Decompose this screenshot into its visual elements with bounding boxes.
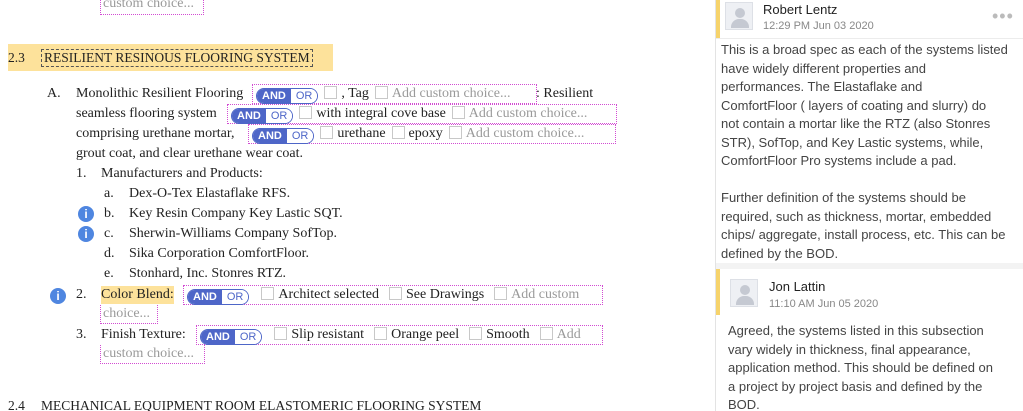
item-label: Manufacturers and Products:	[101, 166, 263, 181]
toggle-and[interactable]: AND	[257, 89, 291, 103]
item-number: 1.	[76, 166, 87, 181]
option-architect-selected[interactable]: Architect selected	[278, 287, 379, 302]
comment-body: Agreed, the systems listed in this subse…	[728, 323, 994, 411]
checkbox[interactable]	[539, 327, 553, 340]
para-letter: A.	[47, 86, 61, 101]
and-or-toggle[interactable]: AND OR Architect selected See Drawings Add c…	[187, 286, 579, 305]
item-number: 3.	[76, 327, 87, 342]
checkbox[interactable]	[391, 126, 405, 139]
checkbox[interactable]	[299, 106, 313, 119]
more-options-icon[interactable]: •••	[992, 6, 1014, 27]
mfr-name[interactable]: Key Resin Company Key Lastic SQT.	[129, 205, 343, 223]
mfr-letter: b.	[104, 206, 115, 221]
para-text: comprising urethane mortar,	[76, 126, 235, 141]
comment-author[interactable]: Jon Lattin	[769, 279, 825, 294]
add-custom-choice[interactable]: Add custom	[511, 287, 579, 302]
add-custom-choice[interactable]: Add custom choice...	[392, 86, 511, 101]
add-custom-choice[interactable]: Add custom choice...	[469, 106, 588, 121]
comments-panel: Robert Lentz 12:29 PM Jun 03 2020 ••• Th…	[715, 0, 1023, 411]
mfr-name[interactable]: Stonhard, Inc. Stonres RTZ.	[129, 265, 286, 283]
mfr-name[interactable]: Sherwin-Williams Company SofTop.	[129, 225, 337, 243]
comment-accent	[716, 269, 720, 315]
toggle-or[interactable]: OR	[265, 109, 293, 123]
mfr-name[interactable]: Dex-O-Tex Elastaflake RFS.	[129, 185, 290, 203]
and-or-toggle[interactable]: AND OR with integral cove base Add custom c…	[231, 105, 587, 124]
comment-author[interactable]: Robert Lentz	[763, 2, 837, 17]
and-or-toggle[interactable]: AND OR , Tag Add custom choice...	[256, 85, 510, 104]
checkbox[interactable]	[274, 327, 288, 340]
checkbox[interactable]	[261, 287, 275, 300]
checkbox[interactable]	[389, 287, 403, 300]
add-custom-choice[interactable]: Add	[557, 327, 581, 342]
option-tag[interactable]: , Tag	[341, 86, 369, 101]
section-title[interactable]: RESILIENT RESINOUS FLOORING SYSTEM	[41, 49, 313, 67]
section-number: 2.3	[8, 50, 25, 65]
info-icon[interactable]: i	[78, 206, 94, 222]
checkbox[interactable]	[448, 126, 462, 139]
option-epoxy[interactable]: epoxy	[409, 126, 443, 141]
para-text: grout coat, and clear urethane wear coat…	[76, 146, 303, 161]
and-or-toggle[interactable]: AND OR urethane epoxy Add custom choice...	[252, 125, 584, 144]
comment-date: 12:29 PM Jun 03 2020	[763, 20, 874, 32]
avatar	[730, 279, 758, 307]
checkbox[interactable]	[374, 327, 388, 340]
toggle-and[interactable]: AND	[188, 290, 222, 304]
item-label: Color Blend:	[101, 286, 174, 304]
section-title[interactable]: MECHANICAL EQUIPMENT ROOM ELASTOMERIC FL…	[41, 397, 481, 411]
comment-body: This is a broad spec as each of the syst…	[721, 42, 1008, 261]
custom-choice-text[interactable]: custom choice...	[103, 0, 194, 13]
mfr-letter: d.	[104, 246, 115, 261]
mfr-name[interactable]: Sika Corporation ComfortFloor.	[129, 245, 309, 263]
checkbox[interactable]	[494, 287, 508, 300]
checkbox[interactable]	[451, 106, 465, 119]
checkbox[interactable]	[320, 126, 334, 139]
section-number: 2.4	[8, 398, 25, 411]
checkbox[interactable]	[469, 327, 483, 340]
para-text: seamless flooring system	[76, 106, 217, 121]
comment-card[interactable]: Robert Lentz 12:29 PM Jun 03 2020 ••• Th…	[716, 0, 1023, 261]
custom-choice-box[interactable]: custom choice...	[100, 0, 204, 15]
option-cove-base[interactable]: with integral cove base	[316, 106, 445, 121]
add-custom-choice[interactable]: Add custom choice...	[466, 126, 585, 141]
comment-accent	[716, 0, 720, 38]
toggle-and[interactable]: AND	[201, 330, 235, 344]
para-text: Monolithic Resilient Flooring	[76, 86, 244, 101]
mfr-letter: c.	[104, 226, 114, 241]
and-or-toggle[interactable]: AND OR Slip resistant Orange peel Smooth Add	[200, 326, 581, 345]
option-smooth[interactable]: Smooth	[486, 327, 530, 342]
item-label: Finish Texture:	[101, 327, 186, 342]
toggle-and[interactable]: AND	[232, 109, 266, 123]
toggle-or[interactable]: OR	[290, 89, 318, 103]
toggle-or[interactable]: OR	[221, 290, 249, 304]
checkbox[interactable]	[374, 86, 388, 99]
item-number: 2.	[76, 287, 87, 302]
info-icon[interactable]: i	[50, 288, 66, 304]
option-urethane[interactable]: urethane	[337, 126, 385, 141]
option-see-drawings[interactable]: See Drawings	[406, 287, 484, 302]
comment-card[interactable]: Jon Lattin 11:10 AM Jun 05 2020 Agreed, …	[716, 269, 1023, 411]
toggle-or[interactable]: OR	[286, 129, 314, 143]
add-custom-choice-cont[interactable]: custom choice...	[103, 345, 194, 363]
toggle-and[interactable]: AND	[253, 129, 287, 143]
mfr-letter: e.	[104, 266, 114, 281]
add-custom-choice-cont[interactable]: choice...	[103, 305, 150, 323]
divider	[716, 38, 1023, 39]
checkbox[interactable]	[324, 86, 338, 99]
toggle-or[interactable]: OR	[234, 330, 262, 344]
option-orange-peel[interactable]: Orange peel	[391, 327, 459, 342]
para-text: : Resilient	[536, 86, 594, 101]
avatar	[725, 2, 753, 30]
info-icon[interactable]: i	[78, 226, 94, 242]
option-slip-resistant[interactable]: Slip resistant	[291, 327, 364, 342]
mfr-letter: a.	[104, 186, 114, 201]
comment-date: 11:10 AM Jun 05 2020	[769, 298, 879, 310]
